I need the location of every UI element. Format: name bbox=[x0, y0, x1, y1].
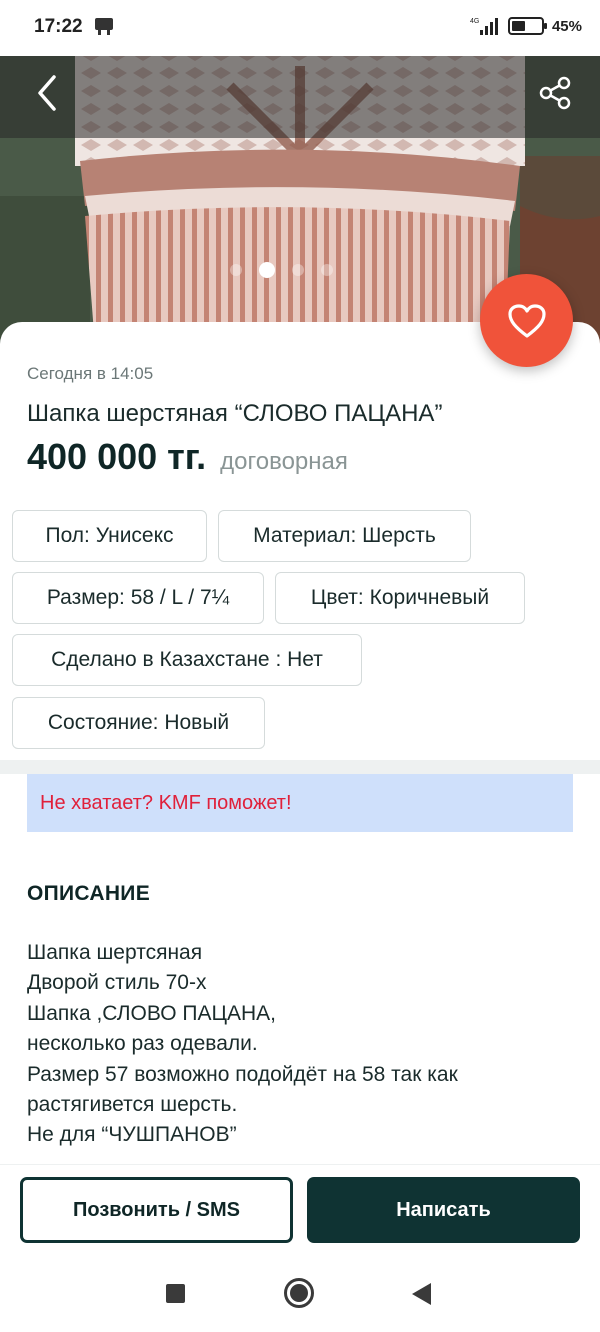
write-message-button[interactable]: Написать bbox=[307, 1177, 580, 1243]
share-button[interactable] bbox=[532, 70, 578, 116]
section-divider bbox=[0, 760, 600, 774]
attribute-chip: Пол: Унисекс bbox=[12, 510, 207, 562]
description-line: Не для “ЧУШПАНОВ” bbox=[27, 1123, 237, 1147]
system-back-icon[interactable] bbox=[412, 1283, 431, 1305]
heart-icon bbox=[507, 303, 546, 338]
gallery-dot[interactable] bbox=[321, 264, 333, 276]
gallery-topbar bbox=[0, 46, 600, 138]
network-type: 4G bbox=[470, 18, 479, 25]
attribute-chip: Материал: Шерсть bbox=[218, 510, 471, 562]
action-bar: Позвонить / SMS Написать bbox=[0, 1164, 600, 1256]
description-line: Шапка ,СЛОВО ПАЦАНА, bbox=[27, 1001, 277, 1025]
attribute-chip: Цвет: Коричневый bbox=[275, 572, 525, 624]
attribute-chip: Состояние: Новый bbox=[12, 697, 265, 749]
status-bar: 17:22 4G 45% bbox=[0, 0, 600, 56]
promo-text: Не хватает? KMF поможет! bbox=[40, 791, 292, 814]
back-button[interactable] bbox=[24, 70, 70, 116]
chevron-left-icon bbox=[38, 75, 56, 111]
notification-icon bbox=[95, 18, 113, 35]
promo-banner[interactable]: Не хватает? KMF поможет! bbox=[27, 774, 573, 832]
gallery-dot[interactable] bbox=[259, 262, 275, 278]
favorite-button[interactable] bbox=[480, 274, 573, 367]
system-nav-bar bbox=[0, 1256, 600, 1332]
battery-percent: 45% bbox=[551, 17, 582, 35]
gallery-pagination[interactable] bbox=[230, 262, 333, 278]
listing-date: Сегодня в 14:05 bbox=[27, 364, 154, 383]
gallery-dot[interactable] bbox=[230, 264, 242, 276]
description-line: Размер 57 возможно подойдёт на 58 так ка… bbox=[27, 1062, 458, 1086]
gallery-dot[interactable] bbox=[292, 264, 304, 276]
call-sms-button[interactable]: Позвонить / SMS bbox=[20, 1177, 293, 1243]
description-line: Шапка шертсяная bbox=[27, 941, 203, 964]
description-line: растягивется шерсть. bbox=[27, 1093, 238, 1117]
attribute-chip: Размер: 58 / L / 7¼ bbox=[12, 572, 264, 624]
status-time: 17:22 bbox=[34, 16, 83, 37]
recent-apps-icon[interactable] bbox=[166, 1284, 185, 1303]
attribute-chip: Сделано в Казахстане : Нет bbox=[12, 634, 362, 686]
price-negotiable: договорная bbox=[220, 448, 348, 475]
listing-title: Шапка шерстяная “СЛОВО ПАЦАНА” bbox=[27, 400, 443, 427]
description-line: Дворой стиль 70-х bbox=[27, 971, 207, 995]
home-icon[interactable] bbox=[284, 1278, 314, 1308]
listing-price: 400 000 тг. bbox=[27, 436, 207, 477]
battery-level bbox=[511, 21, 525, 31]
price-row: 400 000 тг. договорная bbox=[27, 436, 348, 478]
description-heading: ОПИСАНИЕ bbox=[27, 882, 150, 905]
share-icon bbox=[539, 76, 571, 110]
status-indicators: 4G 45% bbox=[470, 16, 582, 36]
description-body: Шапка шертсяная Дворой стиль 70-х Шапка … bbox=[27, 938, 577, 1151]
description-line: несколько раз одевали. bbox=[27, 1032, 258, 1056]
signal-icon: 4G bbox=[470, 18, 498, 35]
battery-icon bbox=[507, 17, 547, 35]
